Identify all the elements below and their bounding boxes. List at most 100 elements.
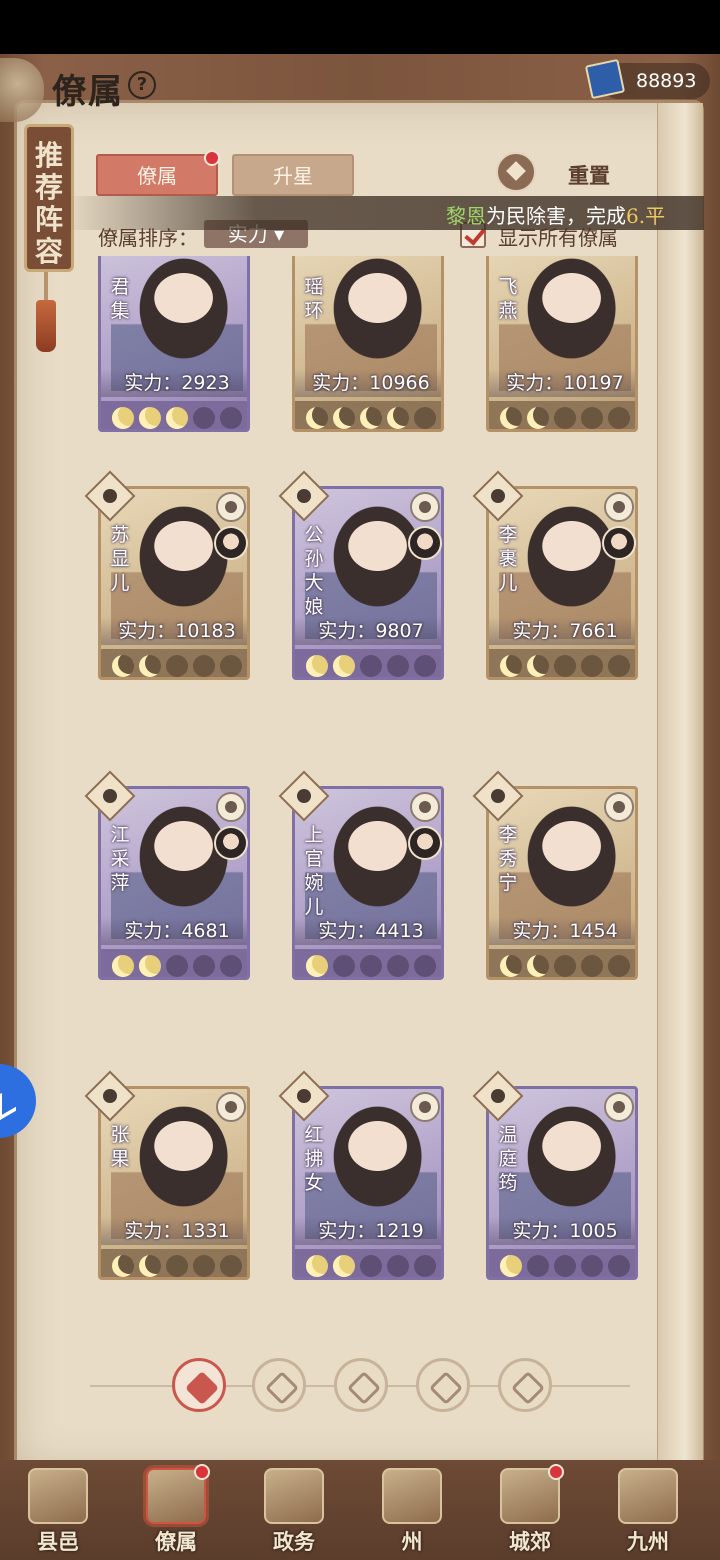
star-moon-icon bbox=[414, 655, 436, 677]
star-moon-icon bbox=[527, 955, 549, 977]
star-moon-icon bbox=[333, 1255, 355, 1277]
star-moon-icon bbox=[500, 1255, 522, 1277]
recommended-lineup-label: 推荐阵容 bbox=[34, 139, 63, 268]
character-power: 实力：7661 bbox=[489, 617, 635, 645]
tab-subordinates[interactable]: 僚属 bbox=[96, 154, 218, 196]
star-moon-icon bbox=[193, 407, 215, 429]
star-rating bbox=[101, 1249, 247, 1277]
nav-item[interactable]: 城郊 bbox=[478, 1464, 582, 1556]
star-moon-icon bbox=[112, 655, 134, 677]
star-moon-icon bbox=[387, 955, 409, 977]
tab-star-up[interactable]: 升星 bbox=[232, 154, 354, 196]
star-rating bbox=[295, 1249, 441, 1277]
nav-item[interactable]: 政务 bbox=[242, 1464, 346, 1556]
character-power: 实力：1331 bbox=[101, 1217, 247, 1245]
reset-button[interactable]: 重置 bbox=[496, 150, 676, 198]
skill-icon bbox=[410, 792, 440, 822]
star-rating bbox=[489, 401, 635, 429]
character-name: 温庭筠 bbox=[498, 1124, 518, 1194]
subordinate-card[interactable]: 上官婉儿 实力：4413 bbox=[278, 770, 444, 980]
page-title: 僚属 bbox=[52, 72, 124, 112]
subordinate-card[interactable]: 温庭筠 实力：1005 bbox=[472, 1070, 638, 1280]
star-moon-icon bbox=[527, 655, 549, 677]
star-moon-icon bbox=[554, 955, 576, 977]
horse-icon[interactable] bbox=[498, 1358, 552, 1412]
subordinate-card[interactable]: 张果 实力：1331 bbox=[84, 1070, 250, 1280]
star-moon-icon bbox=[608, 955, 630, 977]
subordinate-card[interactable]: 飞燕 实力：10197 bbox=[486, 256, 638, 432]
character-power: 实力：9807 bbox=[295, 617, 441, 645]
reset-icon bbox=[496, 152, 536, 192]
character-power: 实力：1454 bbox=[489, 917, 635, 945]
help-icon[interactable]: ? bbox=[128, 71, 156, 99]
nav-item[interactable]: 县邑 bbox=[6, 1464, 110, 1556]
star-moon-icon bbox=[500, 955, 522, 977]
nav-item[interactable]: 九州 bbox=[596, 1464, 700, 1556]
nav-label: 城郊 bbox=[509, 1529, 551, 1554]
star-moon-icon bbox=[500, 407, 522, 429]
star-moon-icon bbox=[554, 655, 576, 677]
character-name: 李裹儿 bbox=[498, 524, 518, 594]
nav-badge-dot bbox=[194, 1464, 210, 1480]
partner-avatar bbox=[408, 826, 442, 860]
star-moon-icon bbox=[220, 407, 242, 429]
star-moon-icon bbox=[608, 655, 630, 677]
nav-item[interactable]: 僚属 bbox=[124, 1464, 228, 1556]
skill-icon bbox=[410, 1092, 440, 1122]
character-name: 瑶环 bbox=[304, 276, 324, 322]
subordinate-card[interactable]: 瑶环 实力：10966 bbox=[292, 256, 444, 432]
nav-building-icon bbox=[264, 1468, 324, 1524]
card-frame: 君集 实力：2923 bbox=[98, 256, 250, 432]
fan-icon[interactable] bbox=[416, 1358, 470, 1412]
star-moon-icon bbox=[554, 407, 576, 429]
nav-item[interactable]: 州 bbox=[360, 1464, 464, 1556]
currency-value: 88893 bbox=[636, 70, 697, 92]
star-moon-icon bbox=[608, 1255, 630, 1277]
character-power: 实力：4413 bbox=[295, 917, 441, 945]
announcement-name: 黎恩 bbox=[446, 204, 486, 228]
subordinate-card[interactable]: 君集 实力：2923 bbox=[98, 256, 250, 432]
star-moon-icon bbox=[166, 1255, 188, 1277]
star-moon-icon bbox=[139, 407, 161, 429]
star-moon-icon bbox=[527, 407, 549, 429]
nav-label: 州 bbox=[401, 1529, 423, 1554]
nav-label: 政务 bbox=[273, 1529, 315, 1554]
star-moon-icon bbox=[581, 655, 603, 677]
subordinate-card[interactable]: 李裹儿 实力：7661 bbox=[472, 470, 638, 680]
character-name: 红拂女 bbox=[304, 1124, 324, 1194]
reset-label: 重置 bbox=[568, 163, 610, 188]
star-moon-icon bbox=[387, 407, 409, 429]
all-diamond-icon[interactable] bbox=[172, 1358, 226, 1412]
star-moon-icon bbox=[414, 955, 436, 977]
subordinate-card[interactable]: 苏显儿 实力：10183 bbox=[84, 470, 250, 680]
tab-badge-dot bbox=[204, 150, 220, 166]
character-name: 公孙大娘 bbox=[304, 524, 324, 618]
star-moon-icon bbox=[527, 1255, 549, 1277]
star-moon-icon bbox=[360, 1255, 382, 1277]
star-moon-icon bbox=[112, 955, 134, 977]
scholar-hat-icon[interactable] bbox=[252, 1358, 306, 1412]
skill-icon bbox=[216, 492, 246, 522]
cat-icon[interactable] bbox=[334, 1358, 388, 1412]
subordinate-card[interactable]: 李秀宁 实力：1454 bbox=[472, 770, 638, 980]
skill-icon bbox=[216, 1092, 246, 1122]
status-bar bbox=[0, 0, 720, 54]
star-moon-icon bbox=[306, 655, 328, 677]
character-name: 苏显儿 bbox=[110, 524, 130, 594]
star-moon-icon bbox=[139, 955, 161, 977]
character-power: 实力：10197 bbox=[489, 369, 635, 397]
subordinate-card[interactable]: 公孙大娘 实力：9807 bbox=[278, 470, 444, 680]
star-moon-icon bbox=[166, 955, 188, 977]
card-frame: 瑶环 实力：10966 bbox=[292, 256, 444, 432]
star-moon-icon bbox=[333, 407, 355, 429]
star-moon-icon bbox=[112, 1255, 134, 1277]
star-rating bbox=[101, 949, 247, 977]
partner-avatar bbox=[214, 526, 248, 560]
star-moon-icon bbox=[360, 955, 382, 977]
star-moon-icon bbox=[220, 655, 242, 677]
book-scroll-icon bbox=[584, 58, 626, 100]
subordinate-card[interactable]: 江采萍 实力：4681 bbox=[84, 770, 250, 980]
subordinate-card[interactable]: 红拂女 实力：1219 bbox=[278, 1070, 444, 1280]
star-moon-icon bbox=[193, 655, 215, 677]
star-moon-icon bbox=[608, 407, 630, 429]
